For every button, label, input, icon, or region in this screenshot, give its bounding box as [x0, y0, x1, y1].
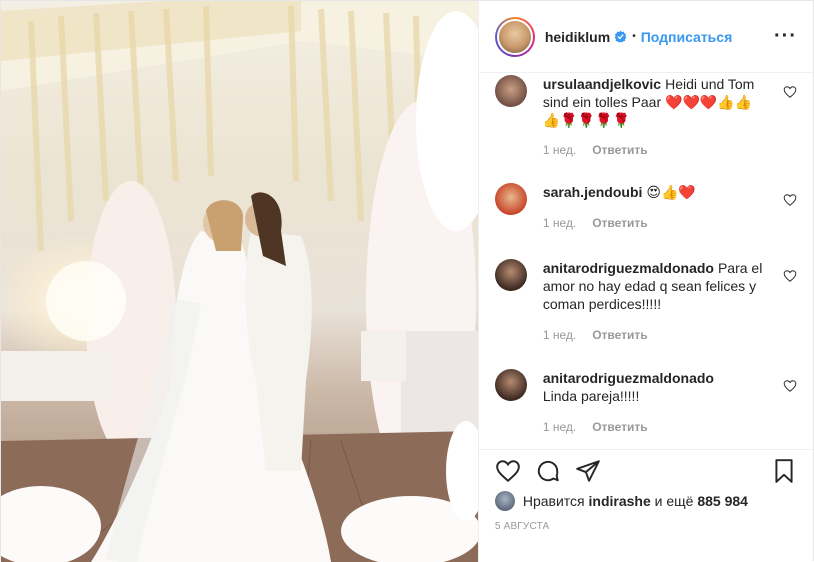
wedding-photo-illustration [1, 1, 478, 562]
post-date[interactable]: 5 АВГУСТА [495, 521, 550, 532]
commenter-username[interactable]: sarah.jendoubi [543, 184, 643, 200]
comment-meta: 1 нед. Ответить [543, 216, 664, 230]
commenter-avatar[interactable] [494, 259, 527, 291]
comment-item: anitarodriguezmaldonado Linda pareja!!!!!… [494, 369, 797, 439]
post-photo[interactable] [1, 1, 478, 562]
comment-meta: 1 нед. Ответить [543, 328, 664, 342]
reply-button[interactable]: Ответить [592, 328, 647, 342]
liker-avatar[interactable] [494, 491, 515, 511]
likes-count[interactable]: 885 984 [697, 493, 748, 509]
comment-time: 1 нед. [542, 420, 577, 434]
comment-meta: 1 нед. Ответить [543, 143, 664, 157]
author-avatar[interactable] [494, 16, 535, 57]
separator-dot: • [632, 31, 636, 42]
comment-time: 1 нед. [542, 216, 577, 230]
comments-list: ursulaandjelkovic Heidi und Tom sind ein … [479, 73, 813, 449]
liker-username[interactable]: indirashe [589, 493, 651, 509]
comment-body: sarah.jendoubi 😍👍❤️ [543, 183, 767, 201]
commenter-username[interactable]: anitarodriguezmaldonado [543, 370, 714, 386]
save-bookmark-icon[interactable] [771, 458, 797, 484]
commenter-username[interactable]: ursulaandjelkovic [543, 76, 661, 92]
comment-meta: 1 нед. Ответить [543, 420, 664, 434]
commenter-avatar[interactable] [494, 183, 527, 215]
comment-item: sarah.jendoubi 😍👍❤️ 1 нед. Ответить [494, 183, 797, 243]
verified-badge-icon [614, 30, 627, 43]
comment-like-heart-icon[interactable] [783, 85, 797, 99]
likes-middle: и ещё [654, 493, 694, 509]
comment-like-heart-icon[interactable] [783, 193, 797, 207]
comment-body: anitarodriguezmaldonado Para el amor no h… [543, 259, 767, 313]
post-actions-bar [478, 449, 813, 489]
comment-item: ursulaandjelkovic Heidi und Tom sind ein … [494, 75, 797, 175]
commenter-avatar[interactable] [494, 369, 527, 401]
reply-button[interactable]: Ответить [592, 216, 647, 230]
commenter-avatar[interactable] [494, 75, 527, 107]
comment-like-heart-icon[interactable] [783, 379, 797, 393]
comment-text: Linda pareja!!!!! [542, 388, 640, 404]
follow-button[interactable]: Подписаться [641, 29, 733, 45]
more-options-icon[interactable]: ··· [774, 25, 797, 48]
comment-time: 1 нед. [542, 328, 577, 342]
post-header: heidiklum • Подписаться ··· [478, 1, 813, 73]
reply-button[interactable]: Ответить [592, 143, 647, 157]
commenter-username[interactable]: anitarodriguezmaldonado [543, 260, 714, 276]
comment-body: ursulaandjelkovic Heidi und Tom sind ein … [543, 75, 767, 129]
post-side-panel: heidiklum • Подписаться ··· ursulaandjel… [477, 1, 813, 562]
likes-prefix: Нравится [522, 493, 585, 509]
like-heart-icon[interactable] [495, 458, 521, 484]
comment-item: anitarodriguezmaldonado Para el amor no h… [494, 259, 797, 349]
comment-like-heart-icon[interactable] [783, 269, 797, 283]
comment-body: anitarodriguezmaldonado Linda pareja!!!!! [543, 369, 767, 405]
share-direct-icon[interactable] [575, 458, 601, 484]
likes-summary: Нравится indirashe и ещё 885 984 [494, 489, 797, 513]
comment-time: 1 нед. [542, 143, 577, 157]
comment-bubble-icon[interactable] [535, 458, 561, 484]
reply-button[interactable]: Ответить [592, 420, 647, 434]
comment-text: 😍👍❤️ [646, 184, 696, 200]
post-dialog: heidiklum • Подписаться ··· ursulaandjel… [0, 0, 814, 562]
author-username[interactable]: heidiklum [545, 29, 610, 45]
